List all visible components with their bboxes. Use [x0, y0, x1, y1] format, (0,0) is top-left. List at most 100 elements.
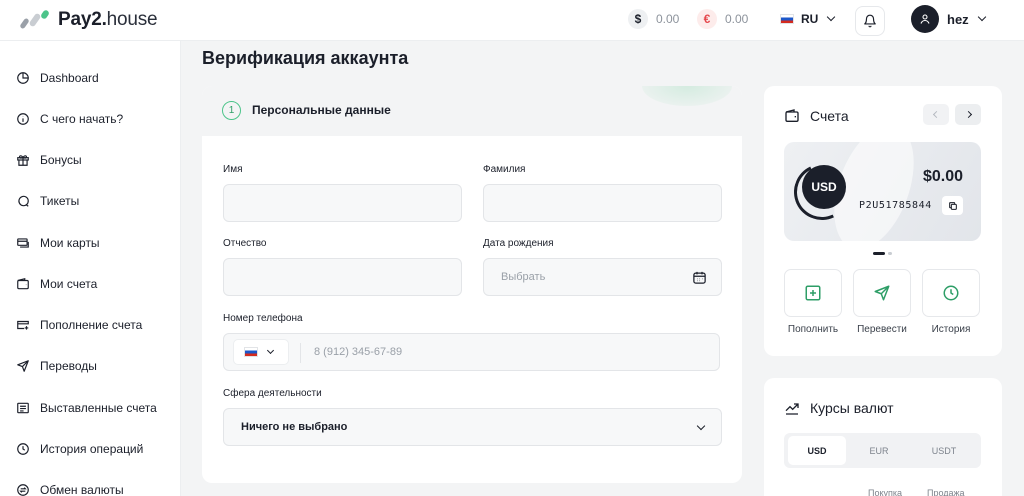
- sidebar-item-label: Бонусы: [40, 153, 82, 167]
- sidebar-item-bonuses[interactable]: Бонусы: [16, 150, 82, 170]
- chevron-right-icon: [964, 110, 972, 119]
- sidebar-item-label: Переводы: [40, 359, 97, 373]
- account-card[interactable]: USD $0.00 P2U51785844: [784, 142, 981, 241]
- top-bar: Pay2.house $ 0.00 € 0.00 RU hez: [0, 0, 1024, 41]
- transfer-label: Перевести: [857, 324, 907, 335]
- first-name-input[interactable]: [223, 184, 462, 222]
- carousel-dots[interactable]: [873, 252, 895, 255]
- account-balance: $0.00: [922, 168, 963, 185]
- sidebar-item-history[interactable]: История операций: [16, 439, 143, 459]
- rates-tabs: USD EUR USDT: [784, 433, 981, 468]
- phone-label: Номер телефона: [223, 313, 303, 324]
- last-name-label: Фамилия: [483, 164, 526, 175]
- russia-flag-icon: [244, 347, 258, 357]
- pie-chart-icon: [17, 72, 29, 84]
- accounts-prev-button[interactable]: [923, 104, 949, 125]
- account-number: P2U51785844: [859, 200, 932, 211]
- currency-badge: USD: [802, 165, 846, 209]
- first-name-label: Имя: [223, 164, 243, 175]
- russia-flag-icon: [780, 14, 794, 24]
- send-icon: [874, 285, 890, 301]
- send-icon: [17, 360, 29, 372]
- birth-date-input[interactable]: Выбрать: [483, 258, 722, 296]
- tab-eur[interactable]: EUR: [850, 436, 908, 465]
- exchange-rates-card: Курсы валют USD EUR USDT Покупка Продажа: [764, 378, 1002, 496]
- dollar-icon: $: [628, 9, 648, 29]
- history-label: История: [931, 324, 971, 335]
- middle-name-label: Отчество: [223, 238, 267, 249]
- top-up-button[interactable]: [784, 269, 842, 317]
- step-title: Персональные данные: [252, 103, 391, 117]
- language-code: RU: [801, 12, 819, 26]
- divider: [300, 343, 301, 363]
- balance-eur-amount: 0.00: [725, 12, 749, 26]
- birth-date-placeholder: Выбрать: [501, 271, 546, 283]
- notifications-button[interactable]: [855, 6, 885, 36]
- phone-input[interactable]: 8 (912) 345-67-89: [223, 333, 720, 371]
- column-sell: Продажа: [927, 488, 965, 496]
- activity-value: Ничего не выбрано: [241, 421, 348, 433]
- sidebar-item-label: Выставленные счета: [40, 401, 157, 415]
- balance-eur[interactable]: € 0.00: [697, 9, 748, 29]
- sidebar-item-label: Обмен валюты: [40, 483, 124, 496]
- chevron-down-icon: [977, 12, 986, 22]
- accounts-card: Счета USD $0.00 P2U51785844 Пополнить Пе…: [764, 86, 1002, 356]
- page-title: Верификация аккаунта: [202, 48, 409, 68]
- activity-select[interactable]: Ничего не выбрано: [223, 408, 722, 446]
- avatar: [911, 5, 939, 33]
- birth-date-label: Дата рождения: [483, 238, 554, 249]
- sidebar-item-transfers[interactable]: Переводы: [16, 356, 97, 376]
- sidebar: Dashboard С чего начать? Бонусы Тикеты М…: [0, 41, 181, 496]
- copy-icon: [948, 201, 957, 210]
- clock-icon: [17, 443, 29, 455]
- clock-icon: [943, 285, 959, 301]
- sidebar-item-my-cards[interactable]: Мои карты: [16, 233, 100, 253]
- euro-icon: €: [697, 9, 717, 29]
- logo-text: Pay2.house: [58, 9, 158, 30]
- chevron-left-icon: [932, 110, 940, 119]
- copy-button[interactable]: [942, 196, 963, 215]
- sidebar-item-label: История операций: [40, 442, 144, 456]
- tab-usdt[interactable]: USDT: [915, 436, 973, 465]
- user-name: hez: [947, 11, 969, 27]
- user-icon: [920, 14, 930, 24]
- sidebar-item-invoices[interactable]: Выставленные счета: [16, 398, 157, 418]
- step-header: 1 Персональные данные: [202, 86, 742, 136]
- accounts-title: Счета: [810, 108, 849, 124]
- language-selector[interactable]: RU: [780, 12, 836, 26]
- sidebar-item-currency-exchange[interactable]: Обмен валюты: [16, 480, 124, 496]
- tab-usd[interactable]: USD: [788, 436, 846, 465]
- transfer-button[interactable]: [853, 269, 911, 317]
- sidebar-item-label: Мои счета: [40, 277, 98, 291]
- sidebar-item-my-accounts[interactable]: Мои счета: [16, 274, 97, 294]
- balance-usd-amount: 0.00: [656, 12, 680, 26]
- step-number-badge: 1: [222, 101, 241, 120]
- info-icon: [17, 113, 29, 125]
- verification-form-card: 1 Персональные данные Имя Фамилия Отчест…: [202, 86, 742, 483]
- wallet-icon: [17, 278, 29, 290]
- middle-name-input[interactable]: [223, 258, 462, 296]
- decorative-glow: [642, 86, 732, 106]
- trend-up-icon: [785, 403, 799, 415]
- phone-country-selector[interactable]: [233, 339, 289, 365]
- gift-icon: [17, 155, 29, 166]
- sidebar-item-tickets[interactable]: Тикеты: [16, 191, 79, 211]
- last-name-input[interactable]: [483, 184, 722, 222]
- logo-mark-icon: [19, 9, 51, 31]
- sidebar-item-dashboard[interactable]: Dashboard: [16, 68, 99, 88]
- sidebar-item-top-up[interactable]: Пополнение счета: [16, 315, 142, 335]
- phone-placeholder: 8 (912) 345-67-89: [314, 346, 403, 358]
- sidebar-item-label: Dashboard: [40, 71, 99, 85]
- logo[interactable]: Pay2.house: [19, 9, 158, 31]
- user-menu[interactable]: hez: [911, 5, 986, 33]
- history-button[interactable]: [922, 269, 980, 317]
- sidebar-item-getting-started[interactable]: С чего начать?: [16, 109, 123, 129]
- invoice-icon: [17, 402, 29, 414]
- sidebar-item-label: С чего начать?: [40, 112, 124, 126]
- sidebar-item-label: Пополнение счета: [40, 318, 143, 332]
- top-up-label: Пополнить: [787, 324, 839, 335]
- chevron-down-icon: [696, 421, 706, 431]
- accounts-next-button[interactable]: [955, 104, 981, 125]
- cards-icon: [17, 238, 29, 248]
- balance-usd[interactable]: $ 0.00: [628, 9, 679, 29]
